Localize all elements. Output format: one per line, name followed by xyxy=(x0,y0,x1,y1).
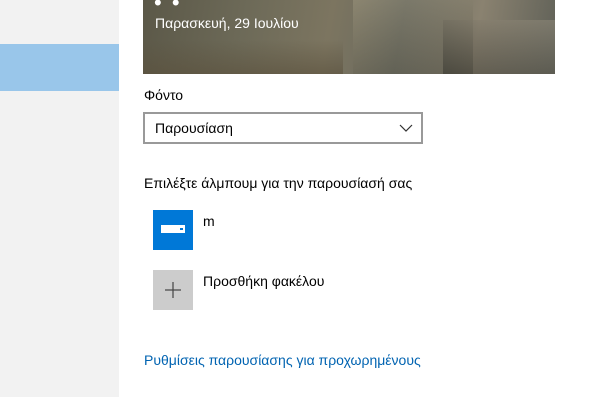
chevron-down-icon xyxy=(399,124,413,132)
album-label: m xyxy=(203,213,215,229)
sidebar-item-selected[interactable] xyxy=(0,44,119,91)
add-folder-button[interactable]: Προσθήκη φακέλου xyxy=(153,270,453,310)
choose-albums-label: Επιλέξτε άλμπουμ για την παρουσίασή σας xyxy=(144,175,413,191)
preview-time: • • xyxy=(154,0,182,15)
advanced-slideshow-settings-link[interactable]: Ρυθμίσεις παρουσίασης για προχωρημένους xyxy=(144,352,421,368)
lock-screen-preview: • • Παρασκευή, 29 Ιουλίου xyxy=(143,0,555,74)
add-folder-label: Προσθήκη φακέλου xyxy=(203,273,325,289)
plus-icon xyxy=(165,282,181,298)
add-folder-tile xyxy=(153,270,193,310)
background-dropdown[interactable]: Παρουσίαση xyxy=(143,112,423,144)
drive-icon xyxy=(161,225,185,233)
sidebar xyxy=(0,0,119,397)
preview-date: Παρασκευή, 29 Ιουλίου xyxy=(155,15,299,31)
album-item[interactable]: m xyxy=(153,210,453,250)
dropdown-selected-value: Παρουσίαση xyxy=(155,120,233,136)
background-label: Φόντο xyxy=(144,87,184,103)
album-tile xyxy=(153,210,193,250)
